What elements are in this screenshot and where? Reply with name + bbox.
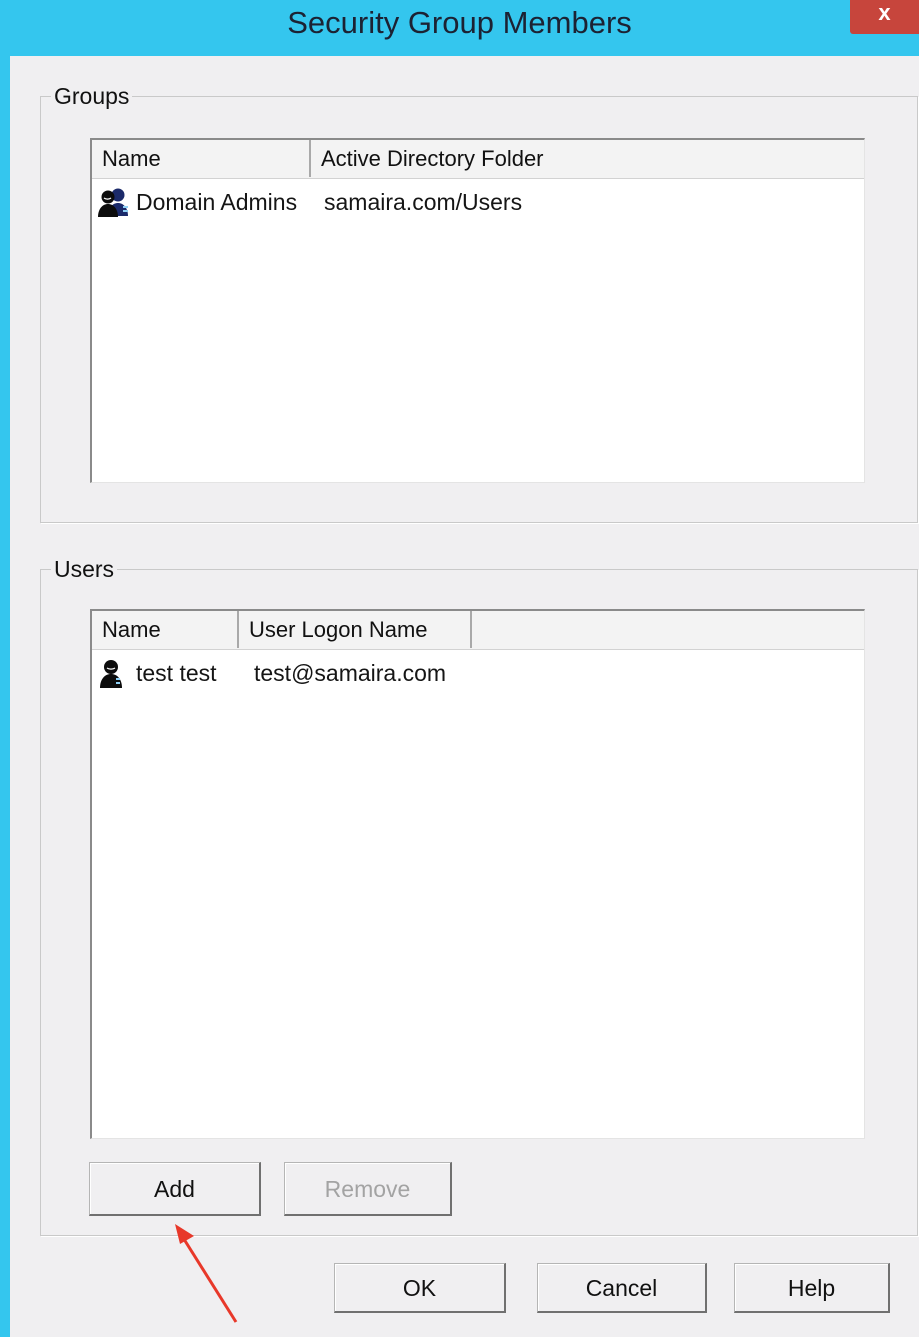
title-bar: Security Group Members x: [0, 0, 919, 56]
column-header-name[interactable]: Name: [92, 140, 311, 177]
list-item[interactable]: Domain Admins samaira.com/Users: [92, 179, 864, 223]
add-button[interactable]: Add: [89, 1162, 261, 1216]
annotation-arrow-icon: [175, 1224, 238, 1323]
column-header-ad-folder[interactable]: Active Directory Folder: [311, 140, 864, 177]
column-header-name[interactable]: Name: [92, 611, 239, 648]
close-button[interactable]: x: [850, 0, 919, 34]
window-title: Security Group Members: [287, 5, 632, 40]
remove-button[interactable]: Remove: [284, 1162, 452, 1216]
groups-groupbox: Groups Name Active Directory Folder Doma…: [40, 83, 918, 523]
group-name: Domain Admins: [136, 189, 298, 215]
groups-label: Groups: [51, 83, 133, 109]
users-label: Users: [51, 556, 118, 582]
user-icon: [98, 658, 124, 693]
users-groupbox: Users Name User Logon Name test test tes…: [40, 556, 918, 1236]
user-logon: test@samaira.com: [254, 660, 447, 686]
list-item[interactable]: test test test@samaira.com: [92, 650, 864, 694]
group-folder: samaira.com/Users: [324, 189, 523, 215]
user-name: test test: [136, 660, 217, 686]
groups-list-header: Name Active Directory Folder: [92, 140, 864, 179]
group-users-icon: [96, 187, 134, 222]
help-button[interactable]: Help: [734, 1263, 890, 1313]
users-list[interactable]: Name User Logon Name test test test@sama…: [90, 609, 865, 1139]
groups-list[interactable]: Name Active Directory Folder Domain Admi…: [90, 138, 865, 483]
dialog-body: Groups Name Active Directory Folder Doma…: [10, 56, 919, 1337]
column-header-logon-name[interactable]: User Logon Name: [239, 611, 472, 648]
cancel-button[interactable]: Cancel: [537, 1263, 707, 1313]
column-header-empty[interactable]: [472, 611, 864, 648]
users-list-header: Name User Logon Name: [92, 611, 864, 650]
ok-button[interactable]: OK: [334, 1263, 506, 1313]
